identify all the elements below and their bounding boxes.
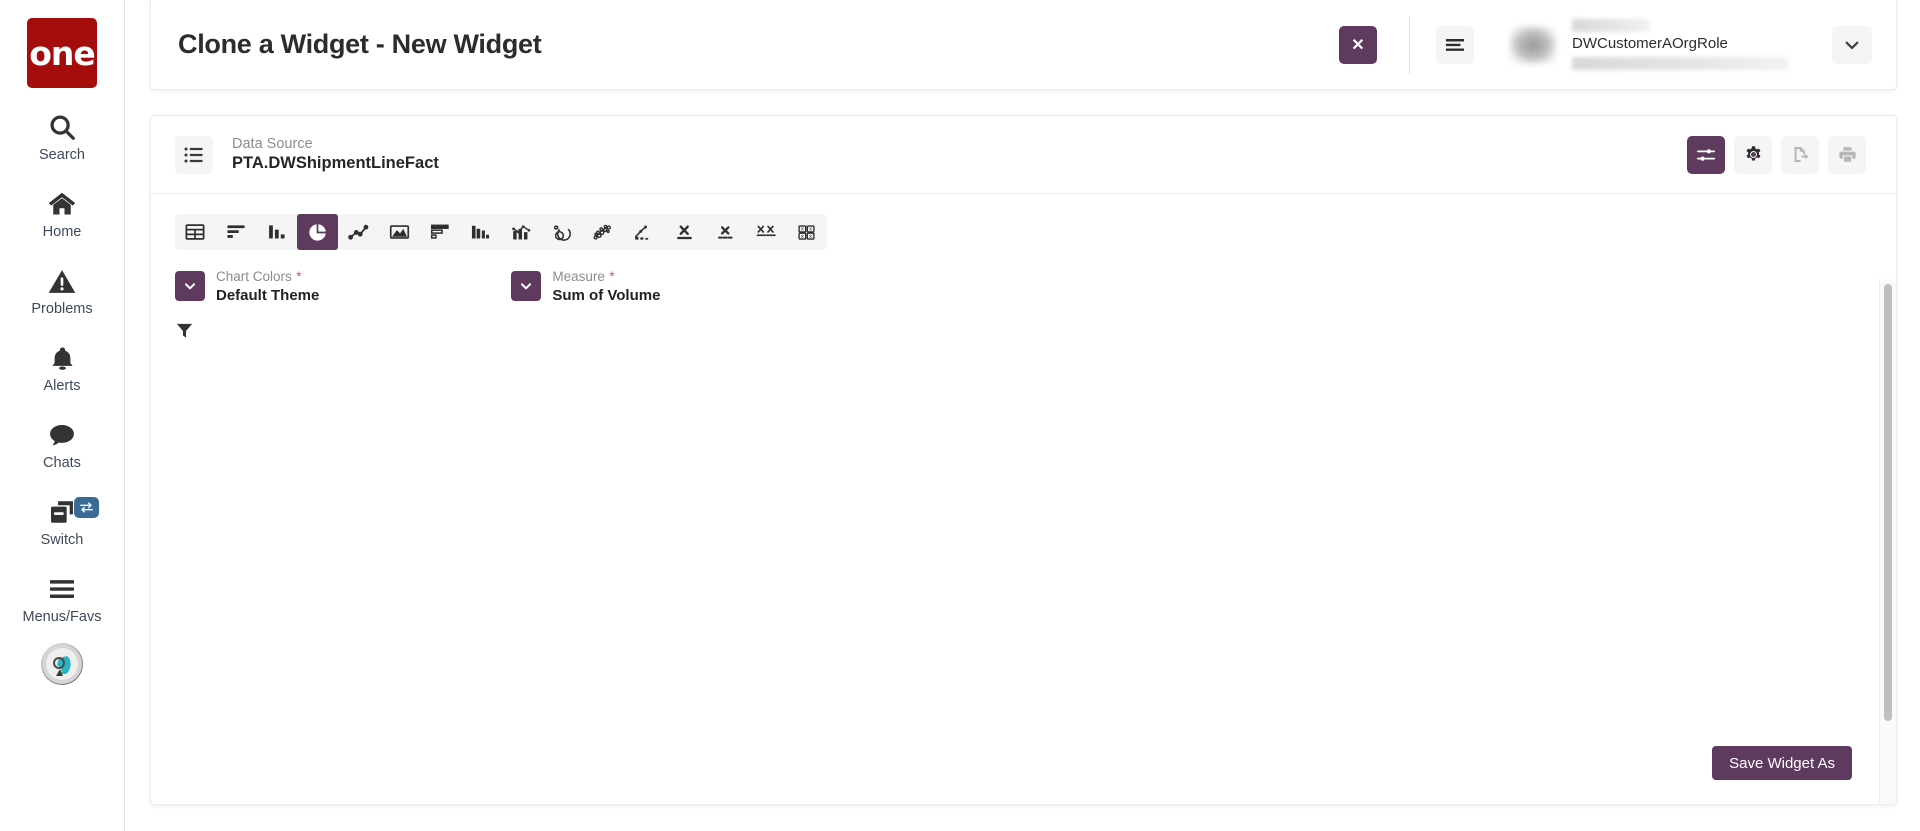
left-sidebar: one Search Home Problems Alerts Chats Sw… (0, 0, 125, 831)
field-label: Chart Colors * (216, 267, 319, 287)
grouped-column-icon[interactable] (460, 214, 501, 250)
chevron-down-icon[interactable] (1832, 25, 1872, 64)
sidebar-item-label: Switch (40, 532, 84, 548)
header-actions: ✕ DWCustomerAOrgRole (1339, 0, 1896, 89)
field-measure: Measure * Sum of Volume (511, 267, 660, 305)
header-divider (1409, 15, 1410, 74)
data-source-text: Data Source PTA.DWShipmentLineFact (232, 135, 439, 174)
list-icon[interactable] (175, 135, 213, 174)
scrollbar-thumb[interactable] (1884, 284, 1892, 721)
close-button[interactable]: ✕ (1339, 25, 1377, 64)
panel-footer: Save Widget As (151, 722, 1896, 804)
print-icon[interactable] (1828, 135, 1866, 174)
home-icon (46, 187, 78, 221)
combo-chart-icon[interactable] (501, 214, 542, 250)
pie-chart-icon[interactable] (297, 214, 338, 250)
field-value[interactable]: Default Theme (216, 287, 319, 305)
multi-value-icon[interactable] (746, 214, 787, 250)
data-source-value: PTA.DWShipmentLineFact (232, 154, 439, 173)
avatar[interactable] (41, 643, 83, 685)
sliders-icon[interactable] (1687, 135, 1725, 174)
filter-funnel-icon[interactable] (175, 321, 203, 345)
sidebar-item-alerts[interactable]: Alerts (0, 341, 125, 396)
hamburger-menu-icon[interactable] (1436, 25, 1474, 64)
value-with-trend-icon[interactable] (705, 214, 746, 250)
stacked-bar-icon[interactable] (420, 214, 461, 250)
sidebar-item-label: Menus/Favs (22, 609, 102, 625)
single-value-icon[interactable] (664, 214, 705, 250)
svg-text:x: x (801, 233, 804, 239)
sidebar-item-problems[interactable]: Problems (0, 264, 125, 319)
chevron-down-icon[interactable] (175, 270, 205, 301)
widget-editor-panel: Data Source PTA.DWShipmentLineFact x x x… (150, 115, 1897, 805)
data-source-row: Data Source PTA.DWShipmentLineFact (151, 116, 1896, 194)
sidebar-item-menus-favs[interactable]: Menus/Favs (0, 572, 125, 627)
required-marker: * (609, 269, 615, 284)
field-label-text: Chart Colors (216, 269, 292, 284)
sidebar-item-chats[interactable]: Chats (0, 418, 125, 473)
svg-text:x: x (801, 226, 804, 232)
donut-gauge-icon[interactable] (542, 214, 583, 250)
field-chart-colors: Chart Colors * Default Theme (175, 267, 319, 305)
chat-bubble-icon (47, 418, 77, 452)
table-icon[interactable] (175, 214, 216, 250)
svg-text:x: x (809, 226, 812, 232)
field-config-row: Chart Colors * Default Theme Measure * S… (175, 267, 1896, 305)
search-icon (47, 110, 77, 144)
user-role: DWCustomerAOrgRole (1572, 35, 1728, 52)
gear-icon[interactable] (1734, 135, 1772, 174)
sidebar-item-label: Alerts (43, 378, 81, 394)
value-grid-icon[interactable]: x x x x (786, 214, 827, 250)
sidebar-item-search[interactable]: Search (0, 110, 125, 165)
warning-triangle-icon (47, 264, 77, 298)
line-chart-icon[interactable] (338, 214, 379, 250)
page-title: Clone a Widget - New Widget (178, 29, 542, 59)
brand-logo[interactable]: one (27, 18, 97, 88)
pareto-chart-icon[interactable] (623, 214, 664, 250)
user-org-redacted (1572, 57, 1788, 70)
main-area: Clone a Widget - New Widget ✕ DWCustomer… (125, 0, 1920, 831)
horizontal-bar-icon[interactable] (216, 214, 257, 250)
page-header: Clone a Widget - New Widget ✕ DWCustomer… (150, 0, 1897, 90)
sidebar-item-label: Chats (43, 455, 81, 471)
swap-arrows-icon[interactable] (73, 497, 99, 518)
panel-action-buttons (1687, 135, 1866, 174)
sidebar-item-switch[interactable]: Switch (0, 495, 125, 550)
user-name-redacted (1572, 19, 1650, 32)
column-chart-icon[interactable] (257, 214, 298, 250)
bell-icon (49, 341, 76, 375)
chevron-down-icon[interactable] (511, 270, 542, 301)
windows-stack-icon (47, 495, 77, 529)
hamburger-icon (47, 572, 77, 606)
export-icon[interactable] (1781, 135, 1819, 174)
save-widget-as-button[interactable]: Save Widget As (1712, 746, 1852, 780)
data-source-label: Data Source (232, 136, 313, 153)
svg-text:x: x (809, 233, 812, 239)
bubble-chart-icon[interactable] (583, 214, 624, 250)
field-label: Measure * (552, 267, 660, 287)
field-label-text: Measure (552, 269, 605, 284)
area-chart-icon[interactable] (379, 214, 420, 250)
sidebar-item-label: Search (39, 147, 85, 163)
sidebar-item-home[interactable]: Home (0, 187, 125, 242)
sidebar-item-label: Problems (31, 301, 93, 317)
user-info: DWCustomerAOrgRole (1572, 14, 1824, 76)
field-text: Measure * Sum of Volume (552, 267, 660, 305)
required-marker: * (296, 269, 302, 284)
chart-type-toolbar: x x x x (175, 214, 827, 250)
user-avatar[interactable] (1510, 25, 1556, 64)
field-text: Chart Colors * Default Theme (216, 267, 319, 305)
sidebar-item-label: Home (42, 224, 82, 240)
field-value[interactable]: Sum of Volume (552, 287, 660, 305)
